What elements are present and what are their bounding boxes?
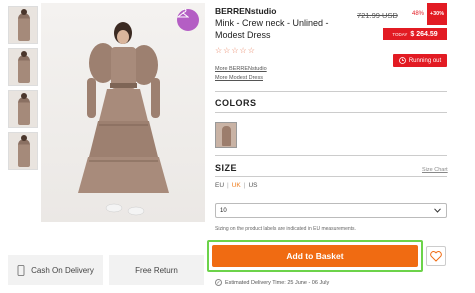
old-price: 721.99 USD: [357, 11, 398, 20]
add-to-basket-button[interactable]: Add to Basket: [212, 245, 418, 267]
cash-on-delivery-button[interactable]: Cash On Delivery: [8, 255, 103, 285]
discount-percent: 48%: [412, 11, 425, 17]
size-system-us[interactable]: US: [248, 182, 257, 189]
thumbnail-3[interactable]: [8, 90, 38, 128]
size-selected-value: 10: [220, 207, 227, 214]
running-out-label: Running out: [408, 57, 442, 64]
today-price: $ 264.59: [410, 30, 438, 38]
clock-icon: [398, 57, 406, 64]
heart-icon: [430, 250, 442, 262]
main-product-image[interactable]: [41, 3, 205, 222]
dress-model-illustration: [78, 22, 169, 216]
rating-stars[interactable]: ☆☆☆☆☆: [215, 46, 256, 55]
thumbnail-4[interactable]: [8, 132, 38, 170]
size-note: Sizing on the product labels are indicat…: [215, 226, 356, 232]
today-price-badge: TODAY $ 264.59: [383, 28, 447, 40]
free-return-button[interactable]: Free Return: [109, 255, 204, 285]
phone-icon: [17, 264, 25, 276]
product-title: Mink - Crew neck - Unlined - Modest Dres…: [215, 18, 329, 40]
cash-on-delivery-label: Cash On Delivery: [31, 265, 94, 275]
delivery-text: Estimated Delivery Time: 25 June - 06 Ju…: [225, 279, 330, 286]
delivery-estimate: ✓ Estimated Delivery Time: 25 June - 06 …: [215, 279, 329, 286]
running-out-badge: Running out: [393, 54, 447, 67]
size-title: SIZE: [215, 163, 238, 173]
thumbnail-list: [8, 6, 38, 174]
favorite-button[interactable]: [426, 246, 446, 266]
size-system-eu[interactable]: EU: [215, 182, 224, 189]
color-swatch-mink[interactable]: [215, 122, 237, 148]
thumbnail-2[interactable]: [8, 48, 38, 86]
size-system-uk[interactable]: UK: [232, 182, 241, 189]
size-system-tabs: EU | UK | US: [215, 182, 258, 189]
discount-badge: +30%: [427, 3, 447, 25]
divider: [215, 176, 447, 177]
today-label: TODAY: [392, 31, 408, 37]
more-brand-link[interactable]: More BERRENstudio: [215, 66, 267, 72]
size-select[interactable]: 10: [215, 203, 447, 218]
check-circle-icon: ✓: [215, 279, 222, 286]
divider: [215, 91, 447, 92]
chevron-down-icon: [434, 208, 441, 213]
size-chart-link[interactable]: Size Chart: [422, 167, 448, 173]
divider: [215, 112, 447, 113]
hanger-icon: [177, 9, 189, 18]
free-return-label: Free Return: [135, 265, 178, 275]
add-to-collection-button[interactable]: [177, 9, 199, 31]
more-dress-link[interactable]: More Modest Dress: [215, 75, 263, 81]
thumbnail-1[interactable]: [8, 6, 38, 44]
brand-name[interactable]: BERRENstudio: [215, 6, 276, 16]
colors-title: COLORS: [215, 98, 257, 108]
divider: [215, 155, 447, 156]
